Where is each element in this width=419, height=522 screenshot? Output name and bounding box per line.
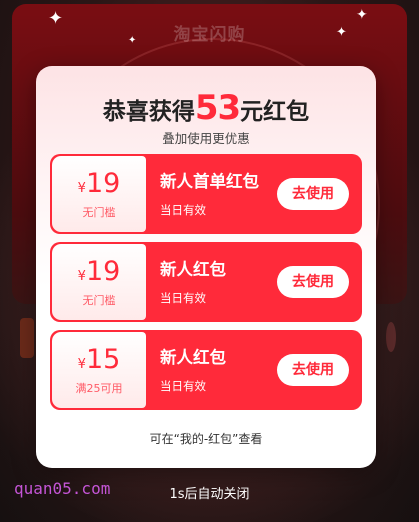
coupon-card: ¥19 无门槛 新人红包 当日有效 去使用: [50, 242, 362, 322]
coupon-name: 新人红包: [160, 260, 226, 279]
sparkle-icon: ✦: [356, 7, 368, 23]
coupon-condition: 无门槛: [82, 294, 116, 307]
coupon-condition: 无门槛: [82, 206, 116, 219]
headline-prefix: 恭喜获得: [102, 99, 195, 125]
currency-symbol: ¥: [77, 357, 86, 372]
background-side-decoration: [20, 318, 34, 358]
headline-amount: 53: [194, 88, 241, 128]
coupon-value: 15: [85, 344, 121, 375]
coupon-validity: 当日有效: [160, 291, 206, 305]
coupon-price: ¥19: [52, 168, 146, 199]
coupon-amount-stub: ¥15 满25可用: [52, 332, 146, 408]
modal-subtitle: 叠加使用更优惠: [162, 131, 250, 146]
sparkle-icon: ✦: [48, 8, 64, 29]
use-coupon-button[interactable]: 去使用: [277, 266, 349, 298]
currency-symbol: ¥: [77, 181, 86, 196]
coupon-price: ¥19: [52, 256, 146, 287]
watermark: quan05.com: [14, 479, 111, 498]
my-red-packets-hint: 可在“我的-红包”查看: [149, 432, 263, 446]
coupon-name: 新人红包: [160, 348, 226, 367]
coupon-value: 19: [85, 168, 121, 199]
coupon-validity: 当日有效: [160, 203, 206, 217]
coupon-amount-stub: ¥19 无门槛: [52, 244, 146, 320]
use-coupon-button[interactable]: 去使用: [277, 178, 349, 210]
currency-symbol: ¥: [77, 269, 86, 284]
headline-suffix: 元红包: [240, 99, 310, 125]
sparkle-icon: ✦: [336, 25, 347, 40]
red-packet-modal: 恭喜获得53元红包 叠加使用更优惠 ¥19 无门槛 新人首单红包 当日有效 去使…: [36, 66, 376, 468]
coupon-name: 新人首单红包: [160, 172, 259, 191]
coupon-value: 19: [85, 256, 121, 287]
coupon-amount-stub: ¥19 无门槛: [52, 156, 146, 232]
coupon-condition: 满25可用: [75, 382, 123, 395]
use-coupon-button[interactable]: 去使用: [277, 354, 349, 386]
coupon-validity: 当日有效: [160, 379, 206, 393]
coupon-card: ¥19 无门槛 新人首单红包 当日有效 去使用: [50, 154, 362, 234]
coupon-card: ¥15 满25可用 新人红包 当日有效 去使用: [50, 330, 362, 410]
coupon-price: ¥15: [52, 344, 146, 375]
sparkle-icon: ✦: [128, 35, 137, 46]
modal-headline: 恭喜获得53元红包: [36, 88, 376, 128]
background-side-decoration: [386, 322, 396, 352]
